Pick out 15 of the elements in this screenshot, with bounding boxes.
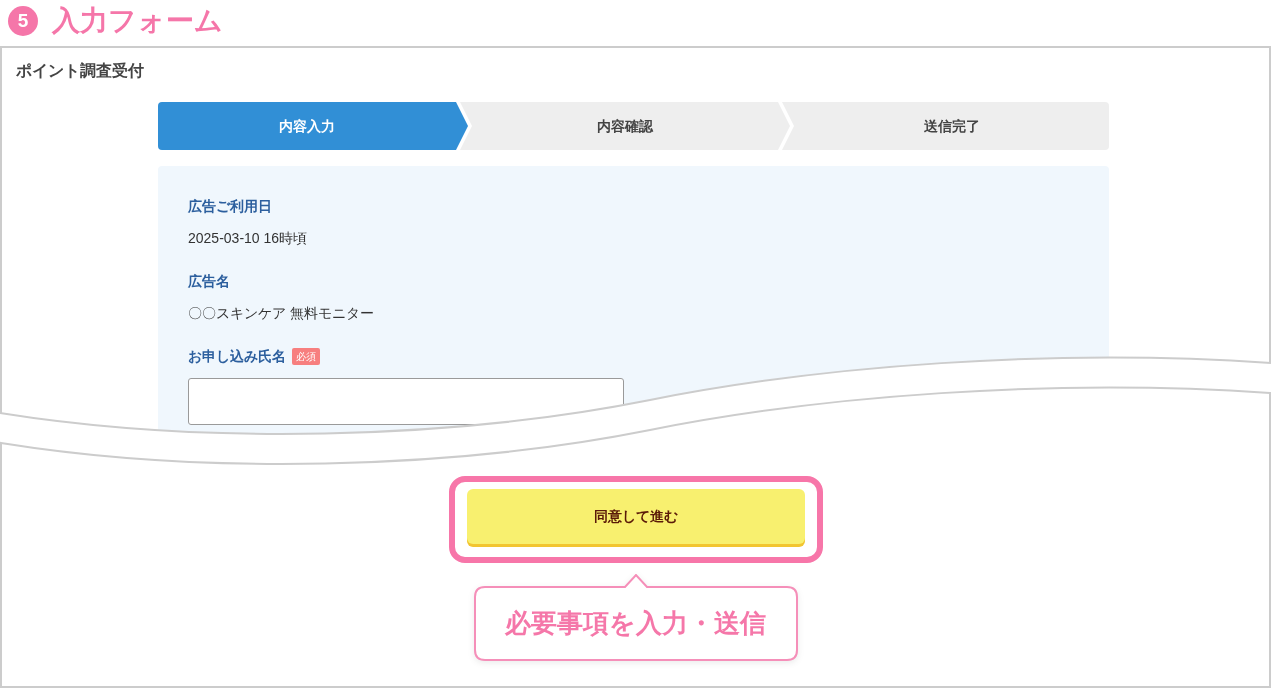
form-title: ポイント調査受付 (16, 61, 144, 81)
text-input[interactable] (188, 378, 624, 425)
required-badge: 必須 (292, 347, 320, 365)
agree-button[interactable]: 同意して進む (466, 489, 805, 544)
progress-step: 内容入力 (158, 102, 468, 150)
field-value: 〇〇スキンケア 無料モニター (188, 304, 374, 323)
progress-step: 送信完了 (782, 102, 1109, 150)
field-label: お申し込み氏名 (188, 347, 286, 366)
field-label: 広告ご利用日 (188, 197, 272, 216)
callout-bubble: 必要事項を入力・送信 (473, 574, 798, 661)
progress-step: 内容確認 (460, 102, 790, 150)
field-label: 広告名 (188, 272, 230, 291)
step-number: 5 (8, 6, 38, 36)
field-value: 2025-03-10 16時頃 (188, 229, 308, 248)
step-title: 入力フォーム (52, 6, 223, 36)
